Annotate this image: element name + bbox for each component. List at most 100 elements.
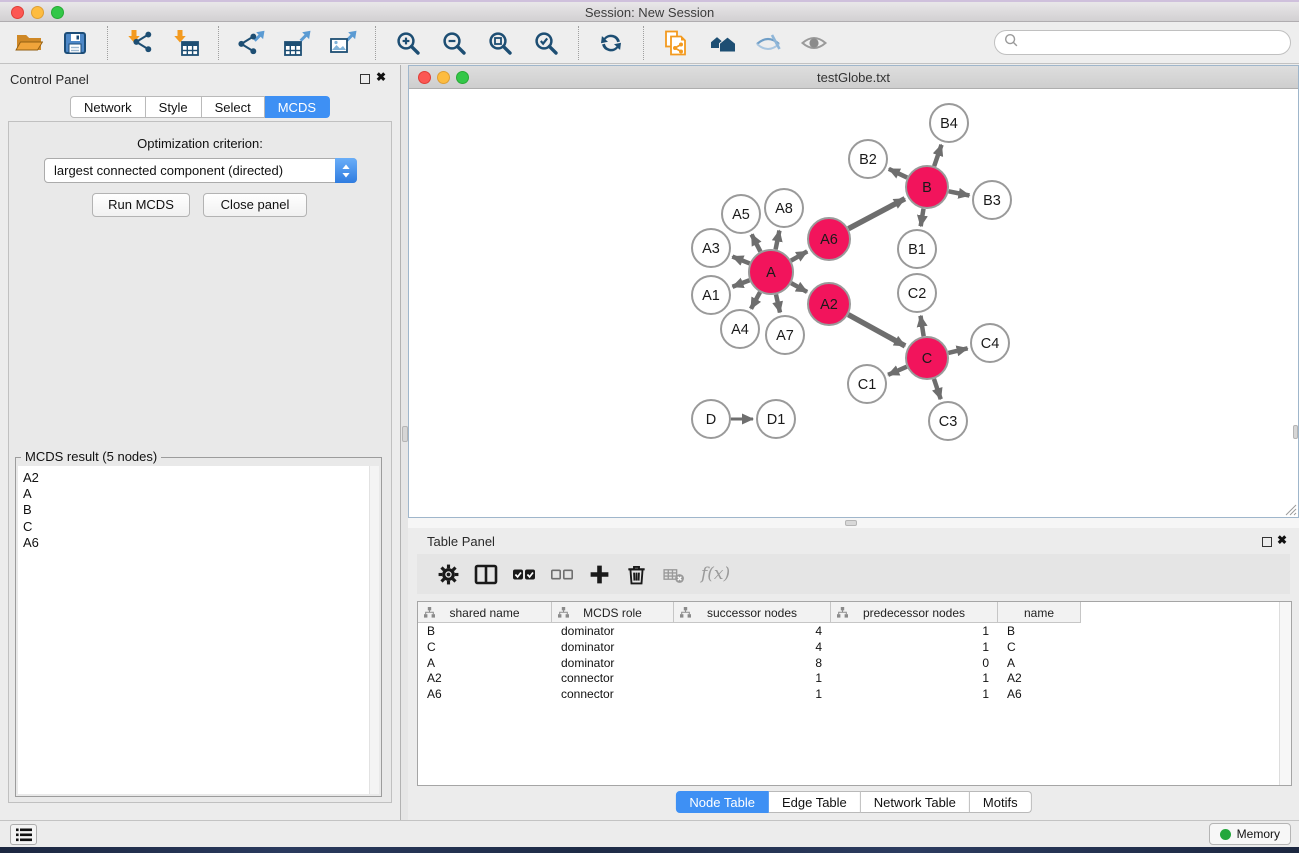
divider-handle[interactable] xyxy=(845,520,857,526)
zoom-fit-icon[interactable] xyxy=(485,28,515,58)
graph-edge-A-A8[interactable] xyxy=(776,231,780,250)
table-row-c[interactable]: Cdominator41C xyxy=(418,640,1278,656)
search-box[interactable] xyxy=(994,30,1291,55)
result-item-b[interactable]: B xyxy=(18,502,379,518)
close-panel-icon[interactable]: ✖ xyxy=(1277,533,1287,547)
column-header-shared-name[interactable]: shared name xyxy=(418,602,552,623)
float-panel-icon[interactable] xyxy=(1262,537,1272,547)
show-column-icon[interactable] xyxy=(474,562,498,586)
graph-edge-A6-B[interactable] xyxy=(848,199,904,229)
result-item-c[interactable]: C xyxy=(18,519,379,535)
tab-select[interactable]: Select xyxy=(202,96,265,118)
network-frame-titlebar[interactable]: testGlobe.txt xyxy=(409,66,1298,89)
table-row-a6[interactable]: A6connector11A6 xyxy=(418,687,1278,703)
graph-edge-C-C2[interactable] xyxy=(920,316,923,337)
graph-edge-A2-C[interactable] xyxy=(848,315,905,346)
graph-node-D[interactable]: D xyxy=(692,400,730,438)
window-titlebar[interactable]: Session: New Session xyxy=(0,0,1299,22)
deselect-all-icon[interactable] xyxy=(550,562,574,586)
result-item-a2[interactable]: A2 xyxy=(18,470,379,486)
graph-node-A6[interactable]: A6 xyxy=(808,218,850,260)
graph-edge-A-A5[interactable] xyxy=(752,234,761,251)
select-all-icon[interactable] xyxy=(512,562,536,586)
graph-edge-B-B2[interactable] xyxy=(889,169,907,178)
memory-button[interactable]: Memory xyxy=(1209,823,1291,845)
graph-node-A[interactable]: A xyxy=(749,250,793,294)
column-header-mcds-role[interactable]: MCDS role xyxy=(552,602,674,623)
zoom-selected-icon[interactable] xyxy=(531,28,561,58)
column-header-name[interactable]: name xyxy=(998,602,1081,623)
graph-edge-A-A1[interactable] xyxy=(732,280,749,287)
close-panel-button[interactable]: Close panel xyxy=(203,193,307,217)
tab-node-table[interactable]: Node Table xyxy=(675,791,769,813)
float-panel-icon[interactable] xyxy=(360,74,370,84)
horizontal-split-divider[interactable] xyxy=(408,518,1299,528)
result-item-a[interactable]: A xyxy=(18,486,379,502)
criterion-dropdown[interactable]: largest connected component (directed) xyxy=(44,158,357,183)
tab-edge-table[interactable]: Edge Table xyxy=(769,791,861,813)
graph-edge-A-A6[interactable] xyxy=(791,251,807,260)
graph-edge-C-C1[interactable] xyxy=(888,367,907,375)
open-session-icon[interactable] xyxy=(14,28,44,58)
graph-edge-C-C4[interactable] xyxy=(948,348,967,353)
run-mcds-button[interactable]: Run MCDS xyxy=(92,193,190,217)
column-header-predecessor-nodes[interactable]: predecessor nodes xyxy=(831,602,998,623)
result-scrollbar[interactable] xyxy=(369,466,379,794)
apply-layout-icon[interactable] xyxy=(596,28,626,58)
resize-grip[interactable] xyxy=(1282,501,1297,516)
task-history-button[interactable] xyxy=(10,824,37,845)
table-scrollbar[interactable] xyxy=(1279,602,1291,785)
network-graph[interactable]: B4B2BB3A5A8A6A3B1AA1C2A2A4A7C4CC1C3DD1 xyxy=(409,90,1298,517)
graph-node-A4[interactable]: A4 xyxy=(721,310,759,348)
graph-node-A8[interactable]: A8 xyxy=(765,189,803,227)
zoom-in-icon[interactable] xyxy=(393,28,423,58)
network-copy-icon[interactable] xyxy=(661,28,691,58)
tab-style[interactable]: Style xyxy=(146,96,202,118)
graph-node-A7[interactable]: A7 xyxy=(766,316,804,354)
table-row-a[interactable]: Adominator80A xyxy=(418,656,1278,672)
graph-edge-B-B4[interactable] xyxy=(934,145,941,166)
gear-icon[interactable] xyxy=(437,562,460,586)
graph-edge-B-B3[interactable] xyxy=(949,191,970,195)
delete-row-icon[interactable] xyxy=(625,562,648,586)
graph-edge-A-A2[interactable] xyxy=(791,283,807,292)
graph-node-B1[interactable]: B1 xyxy=(898,230,936,268)
home-icon[interactable] xyxy=(707,28,737,58)
graph-node-A1[interactable]: A1 xyxy=(692,276,730,314)
graph-edge-C-C3[interactable] xyxy=(934,379,941,399)
graph-node-B2[interactable]: B2 xyxy=(849,140,887,178)
graph-node-C2[interactable]: C2 xyxy=(898,274,936,312)
right-divider-handle[interactable] xyxy=(1293,425,1298,439)
graph-node-C[interactable]: C xyxy=(906,337,948,379)
graph-node-A5[interactable]: A5 xyxy=(722,195,760,233)
close-panel-icon[interactable]: ✖ xyxy=(376,70,386,84)
graph-node-C1[interactable]: C1 xyxy=(848,365,886,403)
tab-motifs[interactable]: Motifs xyxy=(970,791,1032,813)
graph-node-B4[interactable]: B4 xyxy=(930,104,968,142)
import-network-icon[interactable] xyxy=(125,28,155,58)
table-row-b[interactable]: Bdominator41B xyxy=(418,624,1278,640)
table-row-a2[interactable]: A2connector11A2 xyxy=(418,671,1278,687)
export-image-icon[interactable] xyxy=(328,28,358,58)
graph-edge-A-A7[interactable] xyxy=(776,294,780,312)
graph-node-A2[interactable]: A2 xyxy=(808,283,850,325)
search-input[interactable] xyxy=(1019,34,1290,52)
tab-mcds[interactable]: MCDS xyxy=(265,96,330,118)
tab-network-table[interactable]: Network Table xyxy=(861,791,970,813)
graph-edge-A-A4[interactable] xyxy=(751,292,760,309)
graph-node-D1[interactable]: D1 xyxy=(757,400,795,438)
tab-network[interactable]: Network xyxy=(70,96,146,118)
graph-edge-B-B1[interactable] xyxy=(921,209,924,227)
graph-node-B[interactable]: B xyxy=(906,166,948,208)
export-network-icon[interactable] xyxy=(236,28,266,58)
vertical-split-divider[interactable] xyxy=(400,65,408,820)
add-row-icon[interactable] xyxy=(588,562,611,586)
graph-edge-A-A3[interactable] xyxy=(732,257,749,264)
column-header-successor-nodes[interactable]: successor nodes xyxy=(674,602,831,623)
zoom-out-icon[interactable] xyxy=(439,28,469,58)
export-table-icon[interactable] xyxy=(282,28,312,58)
result-item-a6[interactable]: A6 xyxy=(18,535,379,551)
network-canvas[interactable]: B4B2BB3A5A8A6A3B1AA1C2A2A4A7C4CC1C3DD1 xyxy=(409,90,1298,517)
graph-node-C4[interactable]: C4 xyxy=(971,324,1009,362)
graph-node-A3[interactable]: A3 xyxy=(692,229,730,267)
